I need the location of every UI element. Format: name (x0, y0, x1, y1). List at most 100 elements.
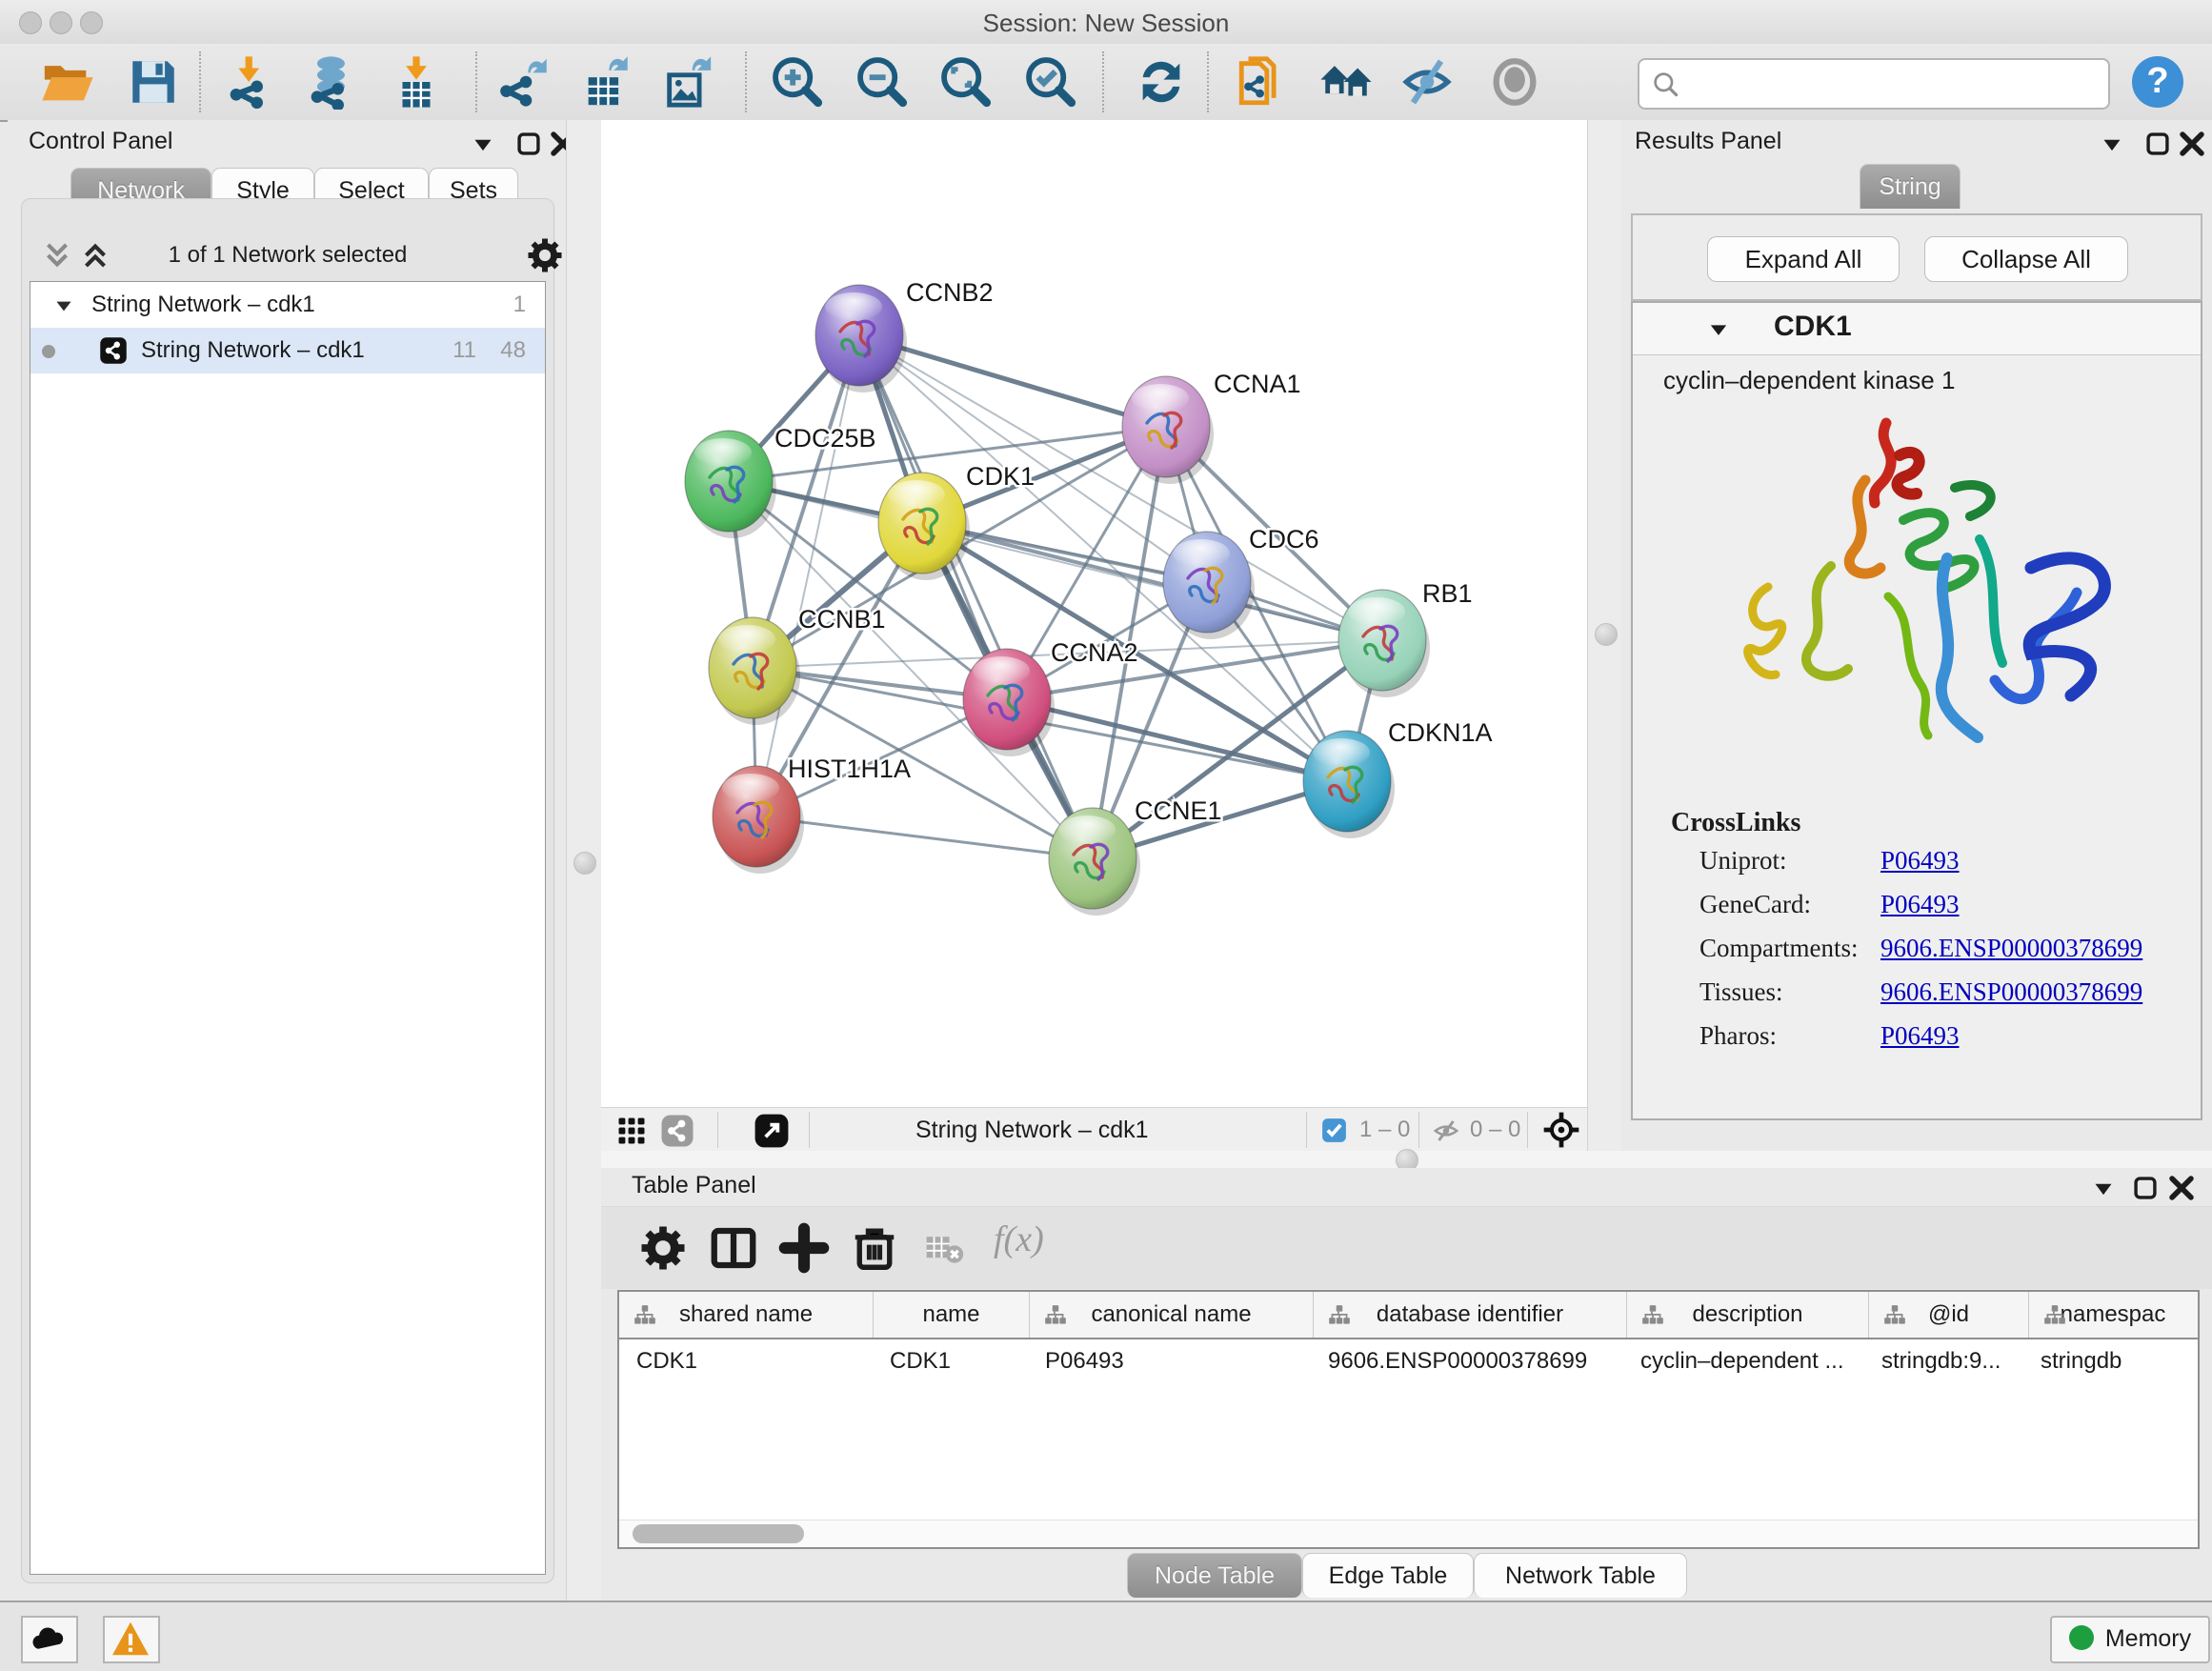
left-splitter[interactable] (566, 120, 602, 1601)
column-header[interactable]: description (1627, 1292, 1869, 1338)
network-node-ccne1[interactable] (1049, 808, 1140, 916)
network-canvas[interactable]: CCNB2CCNA1CDC25BCDK1CDC6RB1CCNB1CCNA2CDK… (601, 120, 1587, 1107)
close-panel-icon[interactable] (2165, 1172, 2198, 1204)
scrollbar-thumb[interactable] (633, 1524, 804, 1543)
import-table-icon[interactable] (389, 54, 444, 110)
node-label-ccne1: CCNE1 (1135, 796, 1222, 825)
network-node-ccnb1[interactable] (709, 617, 800, 725)
cell-canonical-name[interactable]: P06493 (1028, 1339, 1311, 1383)
uniprot-link[interactable]: P06493 (1880, 838, 1960, 882)
hide-graphics-details-icon[interactable] (1399, 54, 1455, 110)
add-icon[interactable] (778, 1222, 830, 1274)
network-node-ccna1[interactable] (1122, 376, 1214, 484)
zoom-out-icon[interactable] (855, 54, 910, 110)
import-network-icon[interactable] (220, 54, 275, 110)
tab-network-table[interactable]: Network Table (1474, 1553, 1687, 1598)
expand-all-button[interactable]: Expand All (1707, 236, 1900, 282)
cell-namespace[interactable]: stringdb (2023, 1339, 2191, 1383)
network-node-cdk1[interactable] (878, 473, 970, 580)
column-header[interactable]: canonical name (1030, 1292, 1314, 1338)
open-in-window-icon[interactable] (754, 1113, 790, 1149)
home-panels-icon[interactable] (1318, 54, 1374, 110)
tab-edge-table[interactable]: Edge Table (1302, 1553, 1474, 1598)
zoom-in-icon[interactable] (770, 54, 825, 110)
tab-node-table[interactable]: Node Table (1127, 1553, 1302, 1598)
gear-icon[interactable] (637, 1222, 689, 1274)
tree-expand-icon[interactable] (51, 293, 76, 318)
cell-shared-name[interactable]: CDK1 (619, 1339, 873, 1383)
close-panel-icon[interactable] (2176, 128, 2208, 160)
network-row-selected[interactable]: String Network – cdk1 11 48 (30, 328, 545, 373)
warning-icon (111, 1621, 151, 1657)
clear-table-icon[interactable] (923, 1228, 965, 1270)
bar-separator (717, 1112, 718, 1148)
compartments-link[interactable]: 9606.ENSP00000378699 (1880, 926, 2142, 970)
help-button[interactable]: ? (2132, 56, 2183, 108)
network-node-ccna2[interactable] (963, 649, 1055, 756)
share-file-icon[interactable] (1235, 54, 1290, 110)
column-header[interactable]: name (874, 1292, 1030, 1338)
save-session-icon[interactable] (126, 54, 181, 110)
column-header[interactable]: database identifier (1314, 1292, 1627, 1338)
accordion-expand-icon[interactable] (1705, 316, 1732, 343)
refresh-view-icon[interactable] (1134, 54, 1189, 110)
pharos-link[interactable]: P06493 (1880, 1014, 1960, 1057)
column-header[interactable]: namespac (2029, 1292, 2197, 1338)
fit-content-crosshair-icon[interactable] (1542, 1111, 1580, 1149)
network-node-cdc6[interactable] (1163, 532, 1255, 639)
collapse-all-button[interactable]: Collapse All (1924, 236, 2128, 282)
float-panel-icon[interactable] (2142, 128, 2174, 160)
export-table-icon[interactable] (579, 54, 634, 110)
network-type-icon[interactable] (660, 1114, 694, 1148)
table-row[interactable]: CDK1 CDK1 P06493 9606.ENSP00000378699 cy… (619, 1339, 2198, 1383)
crosslink-label: Tissues: (1699, 970, 1783, 1014)
horizontal-splitter[interactable] (601, 1151, 2212, 1169)
protein-accordion-header[interactable]: CDK1 (1633, 303, 2201, 355)
export-image-icon[interactable] (660, 54, 715, 110)
toolbar-separator (475, 51, 477, 112)
cell-description[interactable]: cyclin–dependent ... (1623, 1339, 1864, 1383)
cell-id[interactable]: stringdb:9... (1864, 1339, 2023, 1383)
network-collection-row[interactable]: String Network – cdk1 1 (30, 282, 545, 328)
zoom-fit-icon[interactable] (938, 54, 994, 110)
cell-database-identifier[interactable]: 9606.ENSP00000378699 (1311, 1339, 1623, 1383)
birdseye-grid-icon[interactable] (614, 1114, 649, 1148)
function-builder-icon[interactable]: f(x) (994, 1218, 1044, 1260)
collapse-panel-icon[interactable] (467, 128, 499, 160)
tab-string[interactable]: String (1860, 164, 1961, 209)
cloud-icon (28, 1621, 70, 1656)
network-node-rb1[interactable] (1338, 590, 1430, 697)
splitter-grip[interactable] (1595, 623, 1618, 646)
warnings-button[interactable] (103, 1616, 160, 1663)
float-panel-icon[interactable] (2129, 1172, 2162, 1204)
collapse-panel-icon[interactable] (2096, 128, 2128, 160)
string-network-graph[interactable]: CCNB2CCNA1CDC25BCDK1CDC6RB1CCNB1CCNA2CDK… (601, 120, 1587, 1107)
column-header[interactable]: @id (1869, 1292, 2029, 1338)
import-network-from-database-icon[interactable] (301, 54, 356, 110)
delete-icon[interactable] (849, 1222, 900, 1274)
cell-name[interactable]: CDK1 (873, 1339, 1028, 1383)
open-session-icon[interactable] (40, 54, 95, 110)
network-node-cdkn1a[interactable] (1303, 731, 1395, 838)
collapse-panel-icon[interactable] (2087, 1172, 2120, 1204)
column-header[interactable]: shared name (619, 1292, 874, 1338)
node-label-cdk1: CDK1 (966, 462, 1035, 491)
selected-checkbox-icon[interactable] (1321, 1117, 1347, 1143)
memory-button[interactable]: Memory (2050, 1616, 2210, 1663)
splitter-grip[interactable] (573, 852, 596, 875)
cloud-button[interactable] (21, 1616, 78, 1663)
export-network-icon[interactable] (498, 54, 553, 110)
table-horizontal-scrollbar[interactable] (619, 1520, 2198, 1547)
protein-details-box: CDK1 cyclin–dependent kinase 1 CrossLink… (1631, 301, 2202, 1120)
table-tabs: Node Table Edge Table Network Table (601, 1553, 2212, 1597)
tissues-link[interactable]: 9606.ENSP00000378699 (1880, 970, 2142, 1014)
genecard-link[interactable]: P06493 (1880, 882, 1960, 926)
gear-icon[interactable] (525, 235, 565, 275)
zoom-selected-icon[interactable] (1023, 54, 1078, 110)
show-graphics-details-icon[interactable] (1487, 54, 1542, 110)
network-node-ccnb2[interactable] (815, 285, 907, 393)
float-panel-icon[interactable] (513, 128, 545, 160)
search-input[interactable] (1638, 58, 2110, 110)
hidden-eye-icon[interactable] (1432, 1117, 1460, 1145)
columns-icon[interactable] (708, 1222, 759, 1274)
